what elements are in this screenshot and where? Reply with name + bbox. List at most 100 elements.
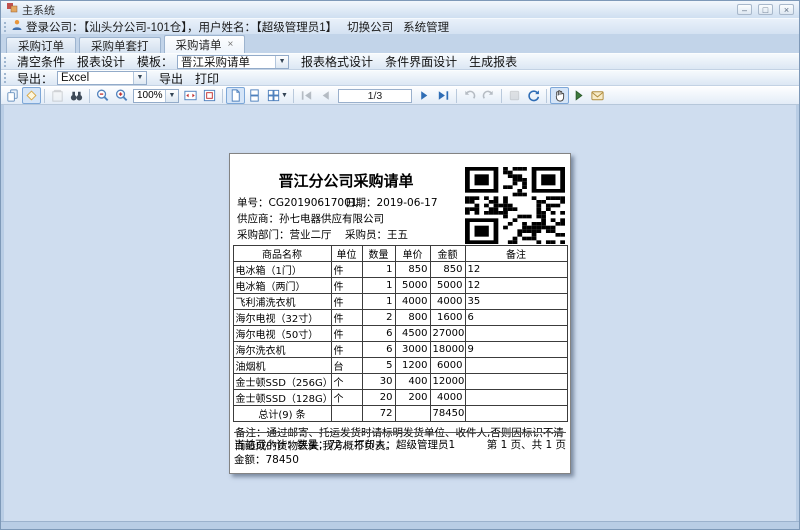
toolbar-grip (4, 57, 7, 67)
report-design-button[interactable]: 报表设计 (71, 53, 131, 70)
maximize-button[interactable]: □ (758, 4, 773, 15)
report-title: 晋江分公司采购请单 (230, 170, 462, 191)
clear-condition-button[interactable]: 清空条件 (11, 53, 71, 70)
single-page-icon[interactable] (226, 87, 245, 104)
table-cell: 件 (331, 342, 362, 358)
table-cell: 1 (362, 262, 395, 278)
table-cell (465, 326, 567, 342)
report-info-row: 采购部门：营业二厅 采购员：王五 (237, 227, 570, 242)
table-cell: 海尔洗衣机 (233, 342, 331, 358)
tab-1[interactable]: 采购订单 (6, 37, 76, 53)
table-cell: 1600 (430, 310, 465, 326)
hand-tool-icon[interactable] (550, 87, 569, 104)
last-page-icon[interactable] (434, 87, 453, 104)
table-row: 海尔电视（50寸）件6450027000 (233, 326, 567, 342)
table-cell: 9 (465, 342, 567, 358)
chevron-down-icon[interactable]: ▼ (133, 72, 146, 84)
table-row: 海尔电视（32寸）件280016006 (233, 310, 567, 326)
table-cell: 2 (362, 310, 395, 326)
export-button[interactable]: 导出 (153, 70, 189, 87)
tab-3[interactable]: 采购请单 × (164, 35, 246, 53)
continuous-pages-icon[interactable] (245, 87, 264, 104)
table-cell: 6 (465, 310, 567, 326)
toolbar-separator (546, 89, 547, 103)
minimize-button[interactable]: – (737, 4, 752, 15)
template-select-value: 晋江采购请单 (181, 54, 250, 70)
select-tool-icon[interactable] (22, 87, 41, 104)
generate-report-button[interactable]: 生成报表 (463, 53, 523, 70)
switch-company-button[interactable]: 切换公司 (347, 19, 393, 35)
export-format-select[interactable]: Excel ▼ (57, 71, 147, 85)
date-field: 日期：2019-06-17 (345, 195, 438, 210)
table-cell: 6 (362, 326, 395, 342)
table-header-cell: 商品名称 (233, 246, 331, 262)
table-header-cell: 单位 (331, 246, 362, 262)
fit-width-icon[interactable] (181, 87, 200, 104)
user-icon (11, 19, 23, 34)
table-cell: 件 (331, 310, 362, 326)
format-design-button[interactable]: 报表格式设计 (295, 53, 379, 70)
table-cell: 1 (362, 278, 395, 294)
table-cell: 5 (362, 358, 395, 374)
find-icon[interactable] (67, 87, 86, 104)
system-manage-button[interactable]: 系统管理 (403, 19, 449, 35)
condition-design-button[interactable]: 条件界面设计 (379, 53, 463, 70)
window-bottom-border (1, 521, 799, 529)
table-cell: 3000 (395, 342, 430, 358)
template-label: 模板： (131, 53, 175, 70)
table-row: 电冰箱（两门）件15000500012 (233, 278, 567, 294)
tab-label: 采购订单 (18, 38, 64, 54)
chevron-down-icon[interactable]: ▼ (165, 90, 178, 102)
zoom-level-combo[interactable]: 100%▼ (133, 89, 179, 103)
table-cell: 30 (362, 374, 395, 390)
table-cell: 个 (331, 374, 362, 390)
fit-page-icon[interactable] (200, 87, 219, 104)
table-cell: 4000 (430, 390, 465, 406)
tab-2[interactable]: 采购单套打 (79, 37, 161, 53)
table-cell: 27000 (430, 326, 465, 342)
table-cell: 4000 (395, 294, 430, 310)
chevron-down-icon[interactable]: ▼ (281, 92, 288, 99)
table-cell: 18000 (430, 342, 465, 358)
template-select[interactable]: 晋江采购请单 ▼ (177, 55, 289, 69)
table-row: 油烟机台512006000 (233, 358, 567, 374)
tab-close-icon[interactable]: × (228, 40, 234, 50)
table-cell: 海尔电视（32寸） (233, 310, 331, 326)
zoom-in-icon[interactable] (112, 87, 131, 104)
viewer-toolbar: 100%▼▼1/3 (1, 86, 799, 105)
table-cell: 6 (362, 342, 395, 358)
table-cell: 4000 (430, 294, 465, 310)
page-indicator-input[interactable]: 1/3 (338, 89, 412, 103)
table-cell: 金士顿SSD（128G） (233, 390, 331, 406)
print-button[interactable]: 打印 (189, 70, 225, 87)
table-cell: 850 (395, 262, 430, 278)
refresh-icon[interactable] (524, 87, 543, 104)
first-page-icon (297, 87, 316, 104)
table-cell: 6000 (430, 358, 465, 374)
paste-icon (48, 87, 67, 104)
prev-page-icon (316, 87, 335, 104)
table-cell: 35 (465, 294, 567, 310)
chevron-down-icon[interactable]: ▼ (275, 56, 288, 68)
toolbar-separator (222, 89, 223, 103)
table-header-cell: 备注 (465, 246, 567, 262)
copy-icon[interactable] (3, 87, 22, 104)
export-toolbar: 导出： Excel ▼ 导出 打印 (1, 70, 799, 86)
table-cell: 5000 (395, 278, 430, 294)
table-cell: 电冰箱（两门） (233, 278, 331, 294)
report-info-row: 单号：CG20190617001 日期：2019-06-17 (237, 195, 570, 210)
table-header-cell: 数量 (362, 246, 395, 262)
table-cell: 件 (331, 278, 362, 294)
next-page-icon[interactable] (415, 87, 434, 104)
table-cell: 个 (331, 390, 362, 406)
department-field: 采购部门：营业二厅 (237, 229, 332, 241)
continue-icon[interactable] (569, 87, 588, 104)
close-button[interactable]: × (779, 4, 794, 15)
table-cell: 台 (331, 358, 362, 374)
email-icon[interactable] (588, 87, 607, 104)
zoom-out-icon[interactable] (93, 87, 112, 104)
login-toolbar: 登录公司：【汕头分公司-101仓】，用户姓名：【超级管理员1】 切换公司 系统管… (1, 18, 799, 34)
export-label: 导出： (11, 70, 55, 87)
tab-label: 采购请单 (176, 37, 222, 53)
title-bar: 主系统 – □ × (1, 1, 799, 18)
